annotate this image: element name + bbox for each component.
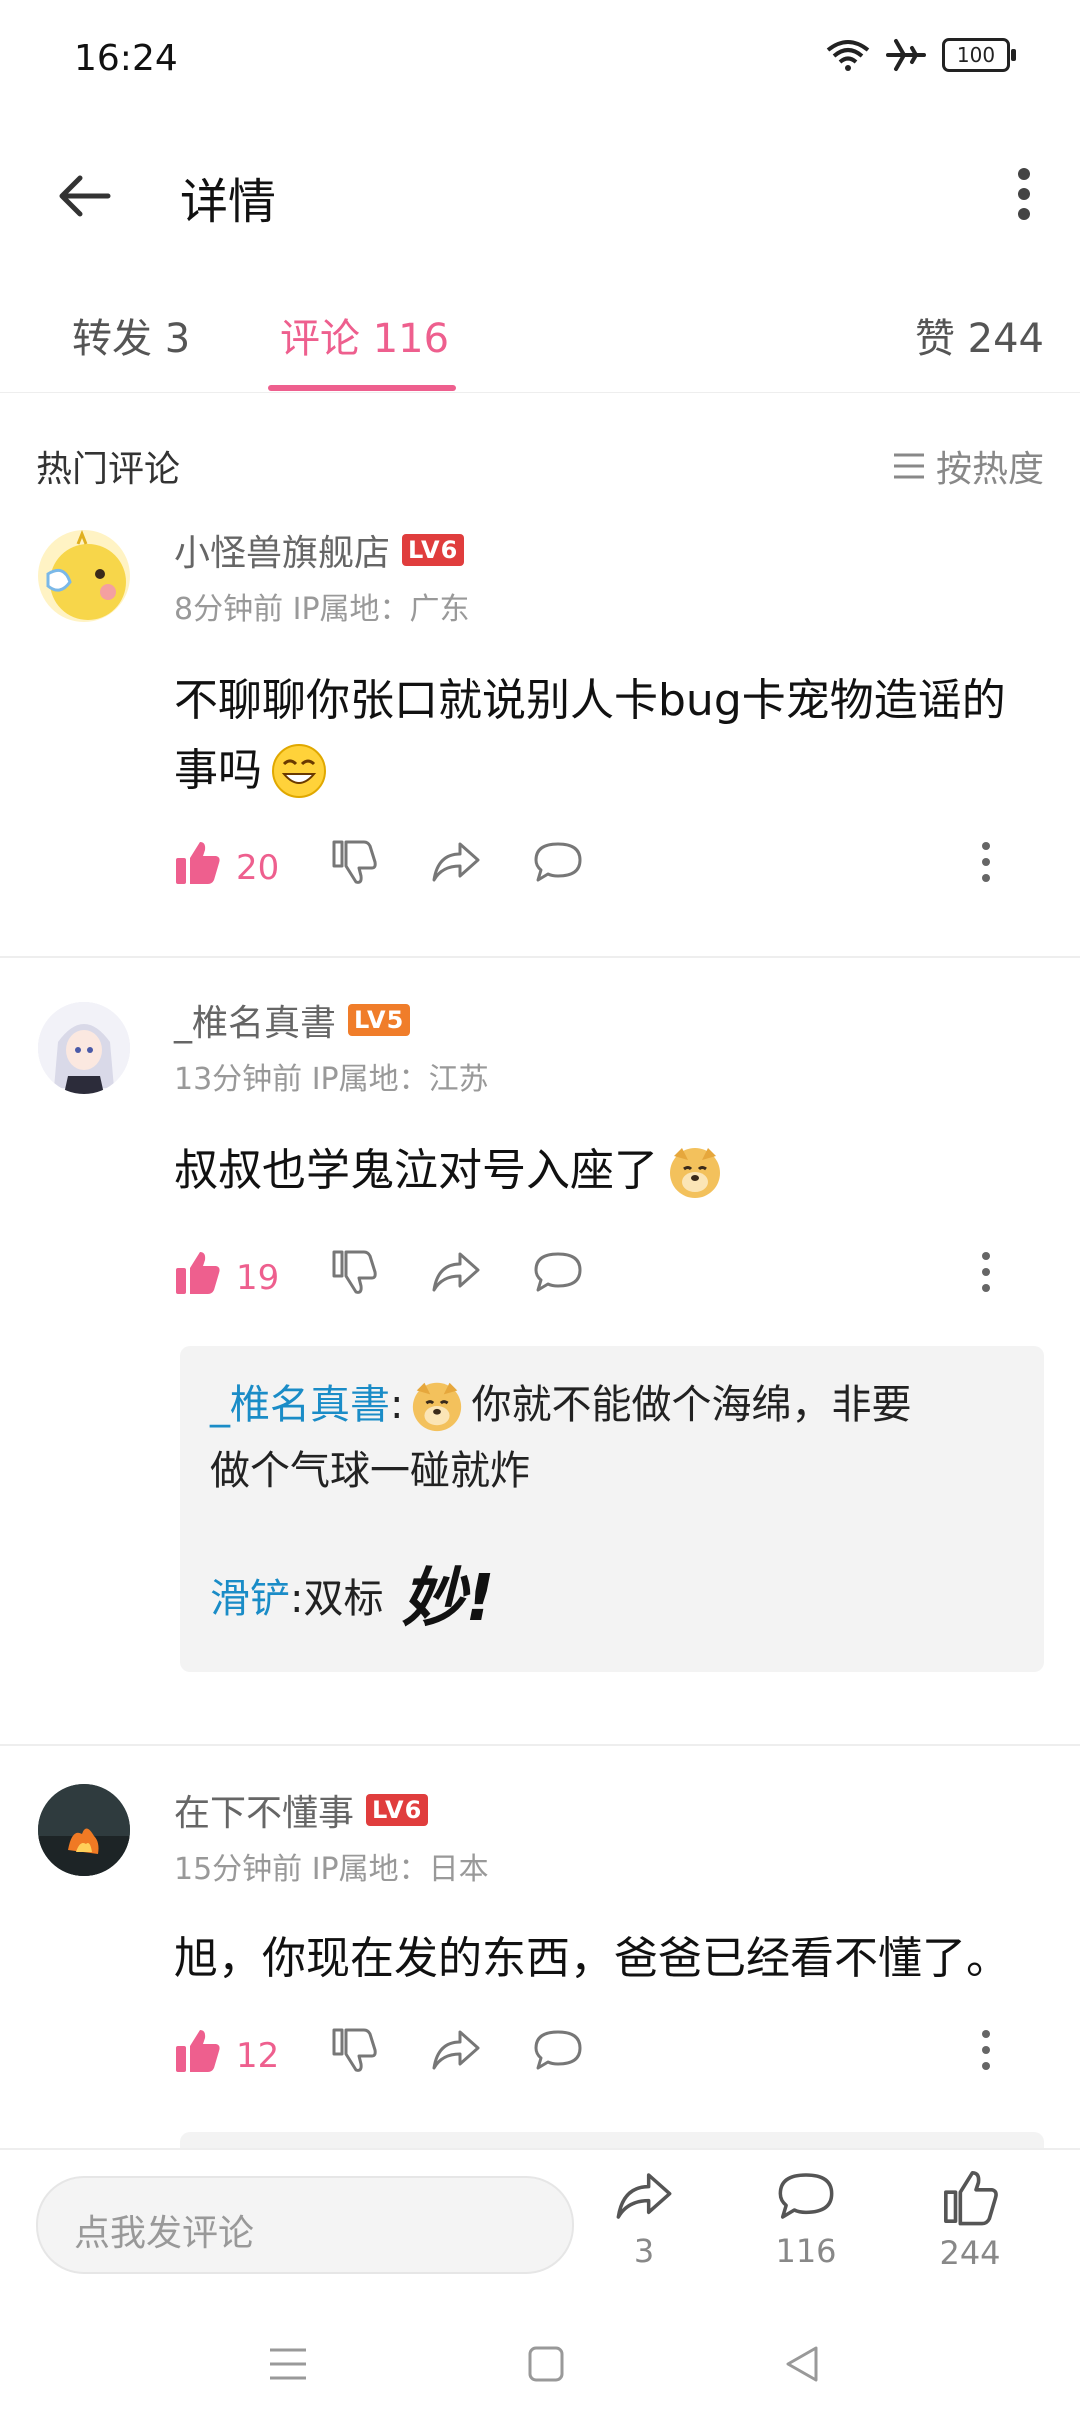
avatar[interactable] [38, 1784, 130, 1876]
avatar[interactable] [38, 530, 130, 622]
thumbs-down-icon[interactable] [330, 838, 378, 886]
comment-meta: 8分钟前 IP属地：广东 [174, 592, 470, 627]
share-count: 3 [633, 2232, 655, 2270]
home-icon[interactable] [526, 2344, 566, 2384]
doge-emoji-icon [413, 1382, 462, 1432]
reply-bubble-icon[interactable] [532, 1248, 584, 1296]
author-name[interactable]: 在下不懂事 [174, 1784, 354, 1836]
reply-text: 双标 [303, 1576, 384, 1622]
comment-bubble-icon [778, 2173, 834, 2219]
comment-input-placeholder: 点我发评论 [74, 2213, 255, 2254]
comment-text-line: 事吗 [174, 745, 262, 796]
tab-forward[interactable]: 转发 3 [72, 306, 190, 364]
comment-meta: 15分钟前 IP属地：日本 [174, 1852, 489, 1887]
more-vertical-icon[interactable] [1016, 166, 1032, 222]
tab-active-indicator [268, 385, 456, 391]
comment-author[interactable]: _椎名真書 LV5 [174, 994, 411, 1046]
reply-author[interactable]: _椎名真書 [210, 1372, 390, 1438]
level-badge: LV5 [348, 1004, 411, 1036]
comment-more-icon[interactable] [980, 1248, 992, 1296]
sort-label: 按热度 [935, 449, 1044, 490]
sticker: 妙! [401, 1562, 495, 1636]
avatar-anime-image [38, 1002, 130, 1094]
comment-more-icon[interactable] [980, 2026, 992, 2074]
comment-meta: 13分钟前 IP属地：江苏 [174, 1062, 489, 1097]
top-app-bar: 详情 [0, 130, 1080, 250]
tab-bar: 转发 3 评论 116 赞 244 [0, 280, 1080, 393]
comment-count: 116 [775, 2232, 837, 2270]
comment-text: 不聊聊你张口就说别人卡bug卡宠物造谣的 事吗 [174, 666, 1034, 806]
avatar-fire-image [38, 1784, 130, 1876]
reply-item: 滑铲 : 双标 妙! [210, 1566, 1020, 1632]
reply-item: _椎名真書 : 你就不能做个海绵，非要 做个气球一碰就炸 [210, 1372, 1020, 1504]
sort-button[interactable]: 按热度 [892, 440, 1044, 492]
share-arrow-icon[interactable] [430, 838, 482, 886]
list-icon [893, 453, 924, 479]
thumbs-up-filled-icon[interactable] [174, 1248, 222, 1296]
comment-item: 在下不懂事 LV6 15分钟前 IP属地：日本 旭，你现在发的东西，爸爸已经看不… [0, 1780, 1080, 2152]
comment-item: 小怪兽旗舰店 LV6 8分钟前 IP属地：广东 不聊聊你张口就说别人卡bug卡宠… [0, 520, 1080, 960]
tab-comments[interactable]: 评论 116 [280, 306, 449, 364]
comment-text-line: 不聊聊你张口就说别人卡bug卡宠物造谣的 [174, 675, 1006, 726]
divider [0, 1744, 1080, 1746]
reply-separator: : [390, 1382, 404, 1428]
menu-icon[interactable] [268, 2344, 308, 2384]
airplane-icon [886, 39, 926, 71]
comment-text-line: 叔叔也学鬼泣对号入座了 [174, 1145, 658, 1196]
like-count: 244 [939, 2234, 1001, 2272]
comment-input[interactable]: 点我发评论 [36, 2176, 574, 2274]
bottom-bar: 点我发评论 3 116 244 [0, 2148, 1080, 2414]
reply-text: 做个气球一碰就炸 [210, 1448, 530, 1494]
comment-author[interactable]: 在下不懂事 LV6 [174, 1784, 429, 1836]
back-triangle-icon[interactable] [782, 2344, 822, 2384]
author-name[interactable]: _椎名真書 [174, 994, 336, 1046]
comment-button[interactable]: 116 [746, 2168, 866, 2270]
status-bar: 16:24 100 [0, 0, 1080, 120]
comment-actions: 20 [174, 838, 1004, 898]
back-arrow-icon[interactable] [56, 174, 112, 218]
divider [0, 956, 1080, 958]
comment-more-icon[interactable] [980, 838, 992, 886]
share-button[interactable]: 3 [584, 2168, 704, 2270]
comment-author[interactable]: 小怪兽旗舰店 LV6 [174, 524, 465, 576]
doge-emoji-icon [670, 1148, 720, 1198]
tab-likes[interactable]: 赞 244 [915, 306, 1044, 364]
reply-separator: : [290, 1576, 304, 1622]
battery-icon: 100 [942, 38, 1016, 72]
thumbs-up-filled-icon[interactable] [174, 2026, 222, 2074]
like-count: 12 [236, 2036, 280, 2076]
reply-bubble-icon[interactable] [532, 2026, 584, 2074]
status-icons: 100 [826, 38, 1016, 72]
like-count: 20 [236, 848, 280, 888]
wifi-icon [826, 40, 870, 71]
thumbs-down-icon[interactable] [330, 2026, 378, 2074]
level-badge: LV6 [366, 1794, 429, 1826]
like-count: 19 [236, 1258, 280, 1298]
reply-bubble-icon[interactable] [532, 838, 584, 886]
avatar[interactable] [38, 1002, 130, 1094]
status-time: 16:24 [74, 38, 178, 79]
comment-text: 旭，你现在发的东西，爸爸已经看不懂了。 [174, 1933, 1010, 1984]
thumbs-up-filled-icon[interactable] [174, 838, 222, 886]
comment-text: 叔叔也学鬼泣对号入座了 [174, 1136, 1034, 1206]
author-name[interactable]: 小怪兽旗舰店 [174, 524, 390, 576]
share-arrow-icon[interactable] [430, 2026, 482, 2074]
like-button[interactable]: 244 [910, 2168, 1030, 2272]
section-title: 热门评论 [36, 449, 181, 490]
avatar-chick-image [46, 530, 126, 620]
comment-actions: 12 [174, 2026, 1004, 2086]
reply-box[interactable]: _椎名真書 : 你就不能做个海绵，非要 做个气球一碰就炸 滑铲 : 双标 妙! [180, 1346, 1044, 1672]
share-arrow-icon[interactable] [430, 1248, 482, 1296]
thumbs-down-icon[interactable] [330, 1248, 378, 1296]
reply-author[interactable]: 滑铲 [210, 1566, 290, 1632]
thumbs-up-icon [944, 2171, 998, 2226]
reply-text: 你就不能做个海绵，非要 [471, 1382, 912, 1428]
grin-emoji-icon [272, 744, 326, 798]
comment-actions: 19 [174, 1248, 1004, 1308]
system-nav-bar [0, 2326, 1080, 2406]
level-badge: LV6 [402, 534, 465, 566]
share-arrow-icon [616, 2173, 672, 2219]
comment-item: _椎名真書 LV5 13分钟前 IP属地：江苏 叔叔也学鬼泣对号入座了 19 _… [0, 990, 1080, 1730]
page-title: 详情 [180, 174, 277, 230]
